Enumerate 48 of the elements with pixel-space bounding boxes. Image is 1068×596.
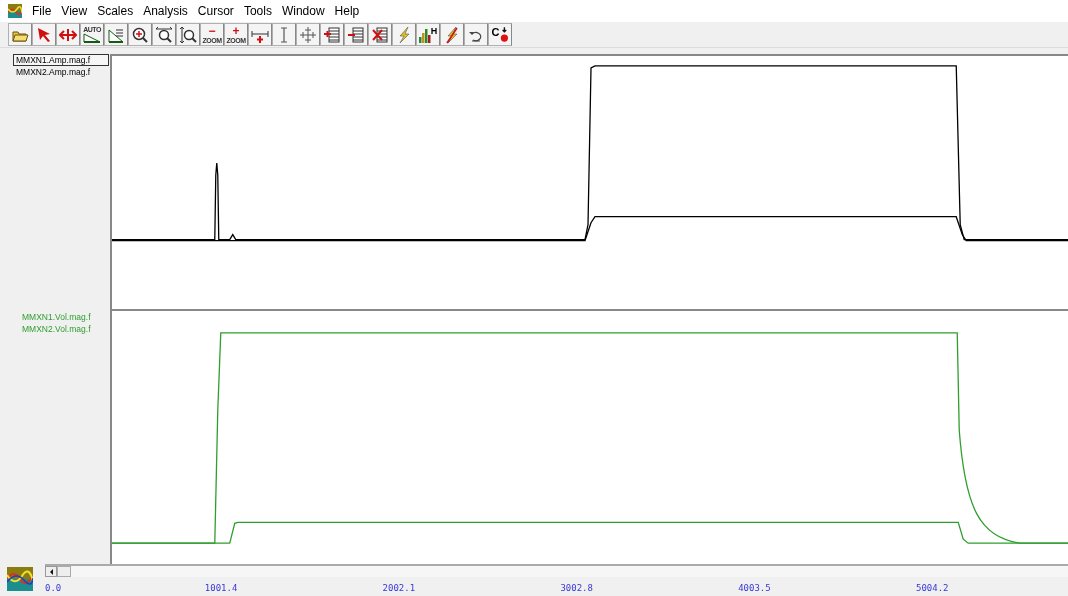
crossed-lightning-icon: [443, 25, 461, 44]
toolbar-button[interactable]: [344, 23, 368, 46]
menu-item[interactable]: File: [28, 4, 58, 18]
magnifier-icon: [155, 25, 173, 44]
bars-label: H: [430, 26, 438, 36]
toolbar-button[interactable]: [128, 23, 152, 46]
trace-label[interactable]: MMXN1.Amp.mag.f: [13, 54, 109, 66]
app-logo-icon: [8, 4, 22, 18]
horizontal-scrollbar[interactable]: [45, 566, 1068, 577]
axis-tick-label: 5004.2: [916, 583, 949, 593]
menu-item[interactable]: Analysis: [139, 4, 194, 18]
axis-tick-label: 4003.5: [738, 583, 771, 593]
axis-tick-label: 0.0: [45, 583, 62, 593]
list-plus-icon: [323, 25, 341, 44]
scroll-left-button[interactable]: [45, 566, 57, 577]
zoom-sign: −: [208, 25, 216, 37]
ruler-icon: [83, 33, 101, 43]
menu-item[interactable]: Scales: [93, 4, 140, 18]
c-label: C: [491, 26, 500, 38]
magnifier-icon: [179, 25, 197, 44]
toolbar-button[interactable]: [320, 23, 344, 46]
toolbar-button[interactable]: [152, 23, 176, 46]
toolbar-button[interactable]: [368, 23, 392, 46]
app-logo-icon: [7, 567, 33, 591]
toolbar-button[interactable]: [176, 23, 200, 46]
menu-item[interactable]: Help: [330, 4, 366, 18]
zoom-in-icon: [131, 25, 149, 44]
menu-item[interactable]: Window: [277, 4, 331, 18]
bar-chart-icon: [418, 26, 431, 43]
crosshair-icon: [299, 25, 317, 44]
list-cross-icon: [371, 25, 389, 44]
zoom-sign: +: [232, 25, 240, 37]
arrow-dot-icon: [499, 26, 509, 43]
list-minus-icon: [347, 25, 365, 44]
left-arrow-icon: [48, 568, 54, 575]
arrow-pointer-icon: [35, 25, 53, 44]
axis-tick-label: 1001.4: [204, 583, 238, 593]
toolbar-button[interactable]: [104, 23, 128, 46]
toolbar-button[interactable]: [464, 23, 488, 46]
menu-item[interactable]: Cursor: [193, 4, 240, 18]
menu-item[interactable]: Tools: [239, 4, 278, 18]
toolbar-button[interactable]: H: [416, 23, 440, 46]
trace-label[interactable]: MMXN2.Amp.mag.f: [13, 66, 94, 78]
toolbar-button[interactable]: C: [488, 23, 512, 46]
axis-tick-label: 3002.8: [560, 583, 593, 593]
scroll-thumb[interactable]: [57, 566, 71, 577]
axis-tick-label: 2002.1: [382, 583, 416, 593]
menu-item[interactable]: View: [57, 4, 94, 18]
